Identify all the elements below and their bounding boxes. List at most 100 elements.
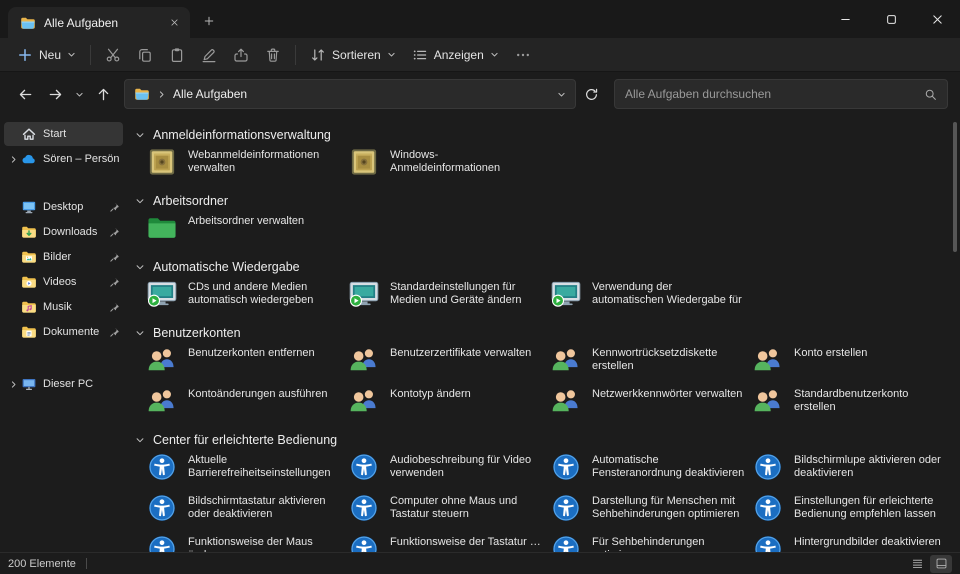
users-icon xyxy=(145,346,179,374)
group-header[interactable]: Arbeitsordner xyxy=(135,192,946,209)
task-item[interactable]: Aktuelle Barrierefreiheitseinstellungen … xyxy=(145,453,341,488)
task-item[interactable]: Konto erstellen xyxy=(751,346,947,381)
minimize-button[interactable] xyxy=(822,0,868,38)
task-item[interactable]: Standardeinstellungen für Medien und Ger… xyxy=(347,280,543,315)
breadcrumb[interactable]: Alle Aufgaben xyxy=(173,87,247,101)
task-item[interactable]: Funktionsweise der Maus änd… xyxy=(145,535,341,552)
group-title: Arbeitsordner xyxy=(153,193,229,208)
large-icons-view-icon xyxy=(935,557,948,570)
sidebar-item-start[interactable]: Start xyxy=(4,122,123,146)
address-bar[interactable]: Alle Aufgaben xyxy=(124,79,576,109)
task-item[interactable]: Benutzerkonten entfernen xyxy=(145,346,341,381)
tab-close-button[interactable] xyxy=(164,13,184,33)
task-item[interactable]: Bildschirmtastatur aktivieren oder deakt… xyxy=(145,494,341,529)
explorer-icon xyxy=(134,86,150,102)
task-item[interactable]: Kennwortrücksetzdiskette erstellen xyxy=(549,346,745,381)
view-button[interactable]: Anzeigen xyxy=(405,41,506,69)
sort-button[interactable]: Sortieren xyxy=(303,41,403,69)
refresh-button[interactable] xyxy=(576,79,606,109)
sidebar-item-dokumente[interactable]: Dokumente xyxy=(4,320,123,344)
sidebar-item-videos[interactable]: Videos xyxy=(4,270,123,294)
vertical-scrollbar[interactable] xyxy=(953,122,957,252)
task-label: Standardbenutzerkonto erstellen xyxy=(794,388,909,413)
task-item[interactable]: Computer ohne Maus und Tastatur steuern xyxy=(347,494,543,529)
task-item[interactable]: Für Sehbehinderungen optimi… xyxy=(549,535,745,552)
task-item[interactable]: Verwendung der automatischen Wiedergabe … xyxy=(549,280,745,315)
task-item[interactable]: Standardbenutzerkonto erstellen xyxy=(751,387,947,422)
trash-icon xyxy=(265,47,281,63)
delete-button[interactable] xyxy=(258,41,288,69)
autoplay-icon xyxy=(145,280,179,308)
task-item[interactable]: Funktionsweise der Tastatur … xyxy=(347,535,543,552)
copy-button[interactable] xyxy=(130,41,160,69)
expand-chevron-icon[interactable] xyxy=(7,378,19,390)
group-header[interactable]: Automatische Wiedergabe xyxy=(135,258,946,275)
task-item[interactable]: Benutzerzertifikate verwalten xyxy=(347,346,543,381)
explorer-tab[interactable]: Alle Aufgaben xyxy=(8,7,190,38)
sidebar-item-musik[interactable]: Musik xyxy=(4,295,123,319)
details-view-button[interactable] xyxy=(906,555,928,573)
back-button[interactable] xyxy=(10,79,40,109)
group-header[interactable]: Benutzerkonten xyxy=(135,324,946,341)
task-label: Computer ohne Maus und Tastatur steuern xyxy=(390,495,518,520)
search-box[interactable] xyxy=(614,79,948,109)
search-input[interactable] xyxy=(625,87,924,101)
maximize-button[interactable] xyxy=(868,0,914,38)
more-options-button[interactable] xyxy=(508,41,538,69)
collapse-chevron-icon xyxy=(135,130,145,140)
task-item[interactable]: Arbeitsordner verwalten xyxy=(145,214,341,249)
address-dropdown-icon[interactable] xyxy=(557,90,566,99)
task-item[interactable]: Kontotyp ändern xyxy=(347,387,543,422)
titlebar: Alle Aufgaben xyxy=(0,0,960,38)
paste-button[interactable] xyxy=(162,41,192,69)
back-arrow-icon xyxy=(18,87,33,102)
group-items: Webanmeldeinformationen verwalten Windows… xyxy=(135,148,946,183)
task-item[interactable]: Windows-Anmeldeinformationen verwalten xyxy=(347,148,543,183)
group-header[interactable]: Anmeldeinformationsverwaltung xyxy=(135,126,946,143)
new-button[interactable]: Neu xyxy=(10,41,83,69)
sidebar-item-dieser-pc[interactable]: Dieser PC xyxy=(4,372,123,396)
task-label: Netzwerkkennwörter verwalten xyxy=(592,388,743,400)
sidebar-item-label: Musik xyxy=(43,301,72,313)
more-icon xyxy=(515,47,531,63)
task-item[interactable]: Darstellung für Menschen mit Sehbehinder… xyxy=(549,494,745,529)
group-title: Benutzerkonten xyxy=(153,325,241,340)
chevron-down-icon xyxy=(67,50,76,59)
forward-button[interactable] xyxy=(40,79,70,109)
up-button[interactable] xyxy=(88,79,118,109)
music-icon xyxy=(21,299,37,315)
rename-button[interactable] xyxy=(194,41,224,69)
sidebar-item-desktop[interactable]: Desktop xyxy=(4,195,123,219)
task-item[interactable]: Hintergrundbilder deaktivieren xyxy=(751,535,947,552)
pin-icon xyxy=(108,301,120,313)
pin-icon xyxy=(108,251,120,263)
task-item[interactable]: Kontoänderungen ausführen xyxy=(145,387,341,422)
details-view-icon xyxy=(911,557,924,570)
group-header[interactable]: Center für erleichterte Bedienung xyxy=(135,431,946,448)
cut-button[interactable] xyxy=(98,41,128,69)
sidebar-item-downloads[interactable]: Downloads xyxy=(4,220,123,244)
search-icon xyxy=(924,88,937,101)
task-item[interactable]: Bildschirmlupe aktivieren oder deaktivie… xyxy=(751,453,947,488)
expand-chevron-icon[interactable] xyxy=(7,153,19,165)
sidebar-item-soeren-persoenlich[interactable]: Sören – Persönlich xyxy=(4,147,123,171)
new-tab-button[interactable] xyxy=(196,8,222,34)
large-icons-view-button[interactable] xyxy=(930,554,952,573)
task-item[interactable]: Audiobeschreibung für Video verwenden xyxy=(347,453,543,488)
task-item[interactable]: Einstellungen für erleichterte Bedienung… xyxy=(751,494,947,529)
task-item[interactable]: Automatische Fensteranordnung deaktivier… xyxy=(549,453,745,488)
task-item[interactable]: CDs und andere Medien automatisch wieder… xyxy=(145,280,341,315)
task-item[interactable]: Netzwerkkennwörter verwalten xyxy=(549,387,745,422)
recent-locations-button[interactable] xyxy=(70,79,88,109)
sidebar-item-bilder[interactable]: Bilder xyxy=(4,245,123,269)
sort-button-label: Sortieren xyxy=(332,47,381,62)
close-button[interactable] xyxy=(914,0,960,38)
task-item[interactable]: Webanmeldeinformationen verwalten xyxy=(145,148,341,183)
share-button[interactable] xyxy=(226,41,256,69)
status-item-count: 200 Elemente xyxy=(8,557,76,570)
